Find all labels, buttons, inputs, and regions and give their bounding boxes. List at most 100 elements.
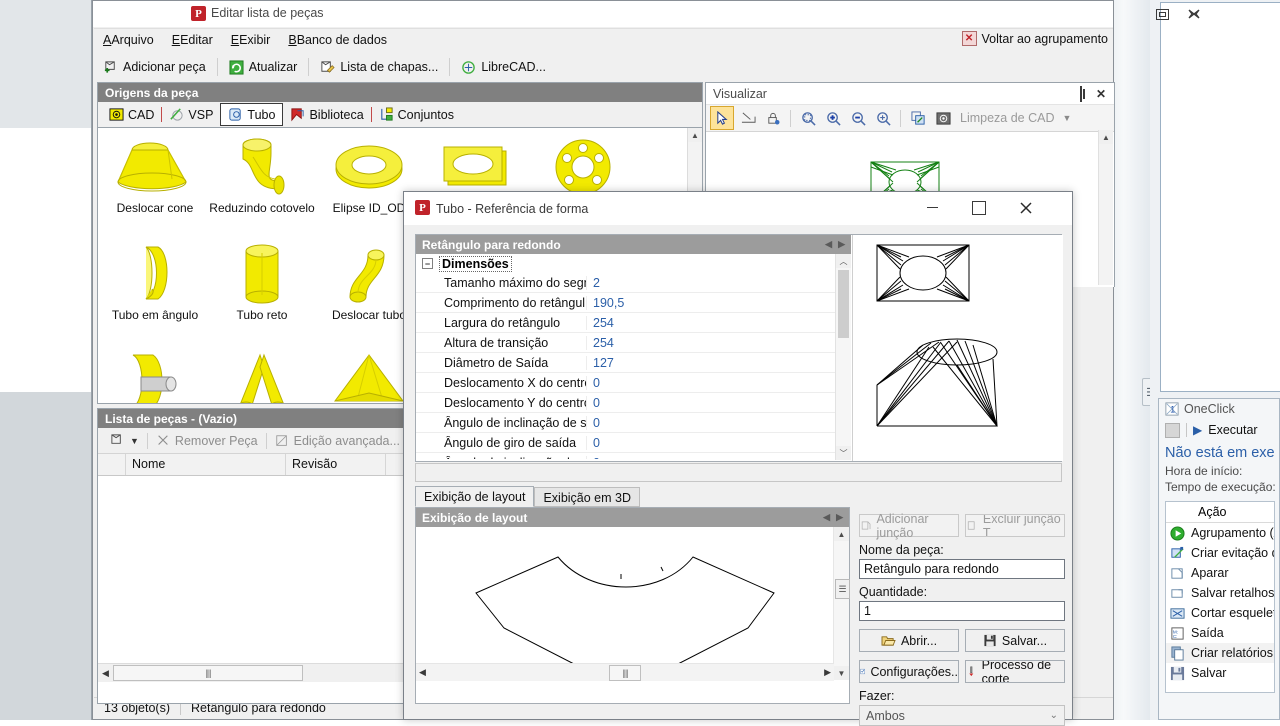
oneclick-row[interactable]: Salvar — [1166, 663, 1274, 683]
gallery-scroll-up-icon[interactable]: ▲ — [688, 128, 702, 142]
oneclick-row[interactable]: Salvar retalhos — [1166, 583, 1274, 603]
dialog-maximize-button[interactable] — [956, 192, 1002, 223]
gallery-item-pants[interactable]: Calça — [209, 350, 315, 403]
properties-scroll-up-icon[interactable]: ︿ — [836, 254, 851, 268]
dialog-minimize-button[interactable] — [909, 192, 955, 223]
layout-scroll-down-icon[interactable]: ▼ — [834, 666, 849, 680]
tab-cad[interactable]: CAD — [102, 104, 161, 125]
gallery-item-angled-tube[interactable]: Tubo em ângulo — [102, 243, 208, 322]
properties-scrollbar[interactable]: ︿ ﹀ — [835, 254, 851, 460]
prev-arrow-icon[interactable]: ◀ — [825, 239, 832, 250]
property-value[interactable]: 2 — [586, 275, 851, 290]
scroll-left-icon[interactable]: ◀ — [419, 667, 426, 678]
cut-process-button[interactable]: Processo de corte — [965, 660, 1065, 683]
main-close-button[interactable] — [1180, 5, 1208, 23]
layout-scroll-up-icon[interactable]: ▲ — [834, 527, 849, 541]
tab-3d-view[interactable]: Exibição em 3D — [534, 487, 640, 507]
collapse-icon[interactable]: − — [422, 258, 433, 269]
layout-scroll-thumb[interactable]: ☰ — [835, 579, 850, 599]
gallery-item-offset-cone[interactable]: Deslocar cone — [102, 136, 208, 215]
cad-cleanup-icon[interactable] — [932, 107, 954, 129]
delete-junction-button[interactable]: Excluir junção T — [965, 514, 1065, 537]
open-button[interactable]: Abrir... — [859, 629, 959, 652]
property-row[interactable]: Diâmetro de Saída 127 — [416, 353, 851, 373]
properties-scroll-thumb[interactable] — [838, 270, 849, 338]
property-value[interactable]: 190,5 — [586, 295, 851, 310]
property-value[interactable]: 254 — [586, 335, 851, 350]
add-dropdown-button[interactable]: ▼ — [102, 428, 147, 453]
property-row[interactable]: Ângulo de inclinação de sa 0 — [416, 413, 851, 433]
layout-hscrollbar[interactable]: ◀ |||| ▶ — [416, 663, 834, 681]
zoom-out-icon[interactable] — [847, 107, 869, 129]
property-row[interactable]: Deslocamento Y do centro 0 — [416, 393, 851, 413]
make-select[interactable]: Ambos ⌄ — [859, 705, 1065, 726]
property-value[interactable]: 0 — [586, 375, 851, 390]
next-arrow-icon[interactable]: ▶ — [838, 239, 845, 250]
run-label[interactable]: Executar — [1208, 423, 1257, 437]
oneclick-row[interactable]: Agrupamento (A — [1166, 523, 1274, 543]
stop-icon[interactable] — [1165, 422, 1180, 438]
property-row[interactable]: Tamanho máximo do segm 2 — [416, 273, 851, 293]
flip-icon[interactable] — [907, 107, 929, 129]
advanced-edit-button[interactable]: Edição avançada... — [267, 428, 408, 453]
part-name-input[interactable]: Retângulo para redondo — [859, 559, 1065, 579]
next-arrow-icon[interactable]: ▶ — [836, 512, 843, 523]
property-value[interactable]: 0 — [586, 395, 851, 410]
gallery-item-reducing-elbow[interactable]: Reduzindo cotovelo — [209, 136, 315, 215]
tab-conjuntos[interactable]: Conjuntos — [372, 104, 461, 125]
parts-list-hscroll-thumb[interactable]: |||| — [112, 665, 303, 681]
add-part-button[interactable]: Adicionar peça — [94, 52, 215, 82]
prev-arrow-icon[interactable]: ◀ — [823, 512, 830, 523]
chevron-down-icon[interactable]: ▼ — [1063, 113, 1072, 123]
column-check[interactable] — [98, 454, 126, 475]
layout-hscroll-thumb[interactable]: |||| — [609, 664, 641, 681]
property-row[interactable]: Largura do retângulo 254 — [416, 313, 851, 333]
back-to-group-button[interactable]: ✕ Voltar ao agrupamento — [961, 31, 1108, 46]
preview-scrollbar[interactable]: ▲ — [1098, 130, 1113, 285]
column-nome[interactable]: Nome — [126, 454, 286, 475]
menu-arquivo[interactable]: AArquivo — [94, 29, 163, 51]
tab-layout-view[interactable]: Exibição de layout — [415, 486, 535, 507]
property-row[interactable]: Ângulo de inclinação do re 0 — [416, 453, 851, 459]
property-row[interactable]: Deslocamento X do centro 0 — [416, 373, 851, 393]
pick-region-icon[interactable] — [737, 107, 759, 129]
scroll-right-icon[interactable]: ▶ — [824, 667, 831, 678]
property-value[interactable]: 254 — [586, 315, 851, 330]
gallery-item-straight-tube[interactable]: Tubo reto — [209, 243, 315, 322]
property-value[interactable]: 0 — [586, 415, 851, 430]
quantity-input[interactable]: 1 — [859, 601, 1065, 621]
tab-vsp[interactable]: VSP — [162, 104, 220, 125]
add-junction-button[interactable]: Adicionar junção — [859, 512, 959, 540]
lock-icon[interactable] — [762, 107, 784, 129]
save-button[interactable]: Salvar... — [965, 629, 1065, 652]
property-row[interactable]: Altura de transição 254 — [416, 333, 851, 353]
oneclick-row[interactable]: Criar relatórios ( — [1166, 643, 1274, 663]
preview-scroll-up-icon[interactable]: ▲ — [1099, 130, 1113, 144]
sheet-list-button[interactable]: Lista de chapas... — [311, 52, 447, 82]
main-restore-button[interactable] — [1148, 5, 1176, 23]
select-arrow-icon[interactable] — [710, 106, 734, 130]
zoom-extents-icon[interactable] — [872, 107, 894, 129]
property-value[interactable]: 127 — [586, 355, 851, 370]
oneclick-row[interactable]: M: C: Saída — [1166, 623, 1274, 643]
properties-group-row[interactable]: − Dimensões — [416, 254, 851, 273]
oneclick-row[interactable]: Aparar — [1166, 563, 1274, 583]
remove-part-button[interactable]: Remover Peça — [148, 428, 266, 453]
preview-restore-button[interactable] — [1079, 85, 1082, 102]
oneclick-row[interactable]: Cortar esqueleto — [1166, 603, 1274, 623]
property-row[interactable]: Ângulo de giro de saída 0 — [416, 433, 851, 453]
oneclick-row[interactable]: Criar evitação de — [1166, 543, 1274, 563]
scroll-left-icon[interactable]: ◀ — [98, 668, 113, 679]
gallery-item-branch[interactable]: Ramificação — [102, 350, 208, 403]
tab-tubo[interactable]: Tubo — [220, 103, 284, 126]
layout-canvas[interactable] — [416, 527, 849, 680]
dialog-close-button[interactable] — [1003, 192, 1049, 223]
play-icon[interactable]: ▶ — [1193, 423, 1202, 437]
menu-banco-de-dados[interactable]: BBanco de dados — [279, 29, 396, 51]
layout-vscrollbar[interactable]: ▲ ☰ ▼ — [833, 527, 850, 680]
property-row[interactable]: Comprimento do retângul 190,5 — [416, 293, 851, 313]
menu-editar[interactable]: EEditar — [163, 29, 222, 51]
property-value[interactable]: 0 — [586, 455, 851, 459]
preview-close-button[interactable]: ✕ — [1096, 87, 1106, 101]
menu-exibir[interactable]: EExibir — [222, 29, 280, 51]
